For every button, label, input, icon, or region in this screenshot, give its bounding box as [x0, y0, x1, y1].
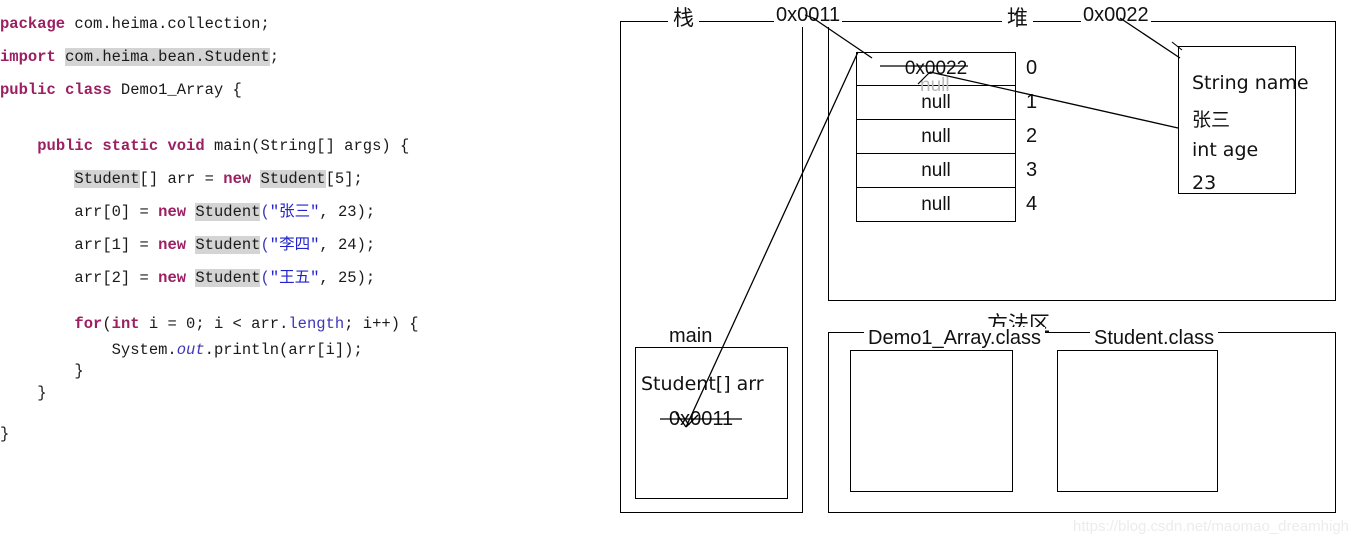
student-field-age-type: int age — [1192, 139, 1259, 161]
stack-variable-declaration: Student[] arr — [641, 373, 764, 395]
method-area-class1-label: Demo1_Array.class — [864, 327, 1046, 350]
method-area-class2-label: Student.class — [1090, 327, 1219, 350]
array-index-label: 0 — [1026, 57, 1038, 79]
array-index-label: 4 — [1026, 193, 1038, 215]
array-index-label: 3 — [1026, 159, 1038, 181]
stack-region-label: 栈 — [668, 2, 699, 32]
heap-region-label: 堆 — [1002, 2, 1033, 32]
array-cell: null — [856, 188, 1016, 222]
student-field-age-value: 23 — [1192, 172, 1217, 194]
heap-address-label: 0x0022 — [1081, 4, 1151, 27]
watermark-text: https://blog.csdn.net/maomao_dreamhigh — [1073, 518, 1349, 535]
method-area-class1-box — [850, 350, 1013, 492]
array-cell: null — [856, 120, 1016, 154]
array-cell: null — [856, 154, 1016, 188]
stack-variable-value: 0x0011 — [669, 408, 734, 430]
student-field-name-value: 张三 — [1192, 109, 1231, 131]
array-index-label: 2 — [1026, 125, 1038, 147]
screenshot-root: package com.heima.collection; import com.… — [0, 0, 1357, 539]
student-field-name-type: String name — [1192, 72, 1309, 94]
stack-address-label: 0x0011 — [774, 4, 843, 27]
jvm-memory-diagram: 栈 堆 0x0011 0x0022 0x0022 null null null null… — [0, 0, 1357, 539]
stack-frame-label: main — [665, 325, 717, 348]
array-cell-ghost-null: null — [920, 75, 950, 96]
method-area-class2-box — [1057, 350, 1218, 492]
array-index-label: 1 — [1026, 91, 1038, 113]
